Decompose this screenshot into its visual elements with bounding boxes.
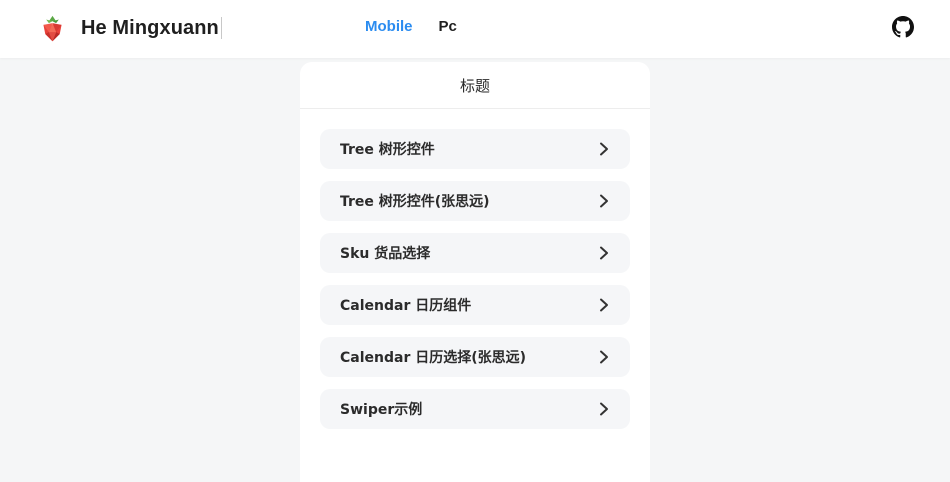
brand-name: He Mingxuann bbox=[81, 17, 222, 39]
list-item-sku[interactable]: Sku 货品选择 bbox=[320, 233, 630, 273]
panel-header: 标题 bbox=[300, 62, 650, 109]
chevron-right-icon bbox=[600, 142, 608, 156]
page-title: 标题 bbox=[459, 76, 490, 95]
list-item-calendar[interactable]: Calendar 日历组件 bbox=[320, 285, 630, 325]
top-navbar: He Mingxuann Mobile Pc bbox=[0, 0, 950, 58]
list-item-calendar-zsy[interactable]: Calendar 日历选择(张思远) bbox=[320, 337, 630, 377]
list-item-label: Calendar 日历选择(张思远) bbox=[340, 350, 527, 366]
demo-list: Tree 树形控件 Tree 树形控件(张思远) Sku 货品选择 Calend… bbox=[300, 109, 650, 429]
list-item-label: Tree 树形控件 bbox=[340, 142, 435, 158]
list-item-label: Sku 货品选择 bbox=[340, 246, 431, 262]
chevron-right-icon bbox=[600, 350, 608, 364]
list-item-label: Tree 树形控件(张思远) bbox=[340, 194, 490, 210]
list-item-tree-zsy[interactable]: Tree 树形控件(张思远) bbox=[320, 181, 630, 221]
chevron-right-icon bbox=[600, 402, 608, 416]
chevron-right-icon bbox=[600, 298, 608, 312]
list-item-label: Swiper示例 bbox=[340, 402, 423, 418]
list-item-tree[interactable]: Tree 树形控件 bbox=[320, 129, 630, 169]
nav-mobile[interactable]: Mobile bbox=[365, 17, 413, 37]
chevron-right-icon bbox=[600, 194, 608, 208]
github-icon[interactable] bbox=[892, 16, 914, 38]
top-nav: Mobile Pc bbox=[365, 17, 457, 37]
brand[interactable]: He Mingxuann bbox=[38, 12, 222, 44]
strawberry-logo-icon bbox=[43, 15, 62, 41]
chevron-right-icon bbox=[600, 246, 608, 260]
mobile-preview-panel: 标题 Tree 树形控件 Tree 树形控件(张思远) Sku 货品选择 Cal… bbox=[300, 62, 650, 482]
list-item-swiper[interactable]: Swiper示例 bbox=[320, 389, 630, 429]
list-item-label: Calendar 日历组件 bbox=[340, 298, 472, 314]
nav-pc[interactable]: Pc bbox=[439, 17, 457, 37]
